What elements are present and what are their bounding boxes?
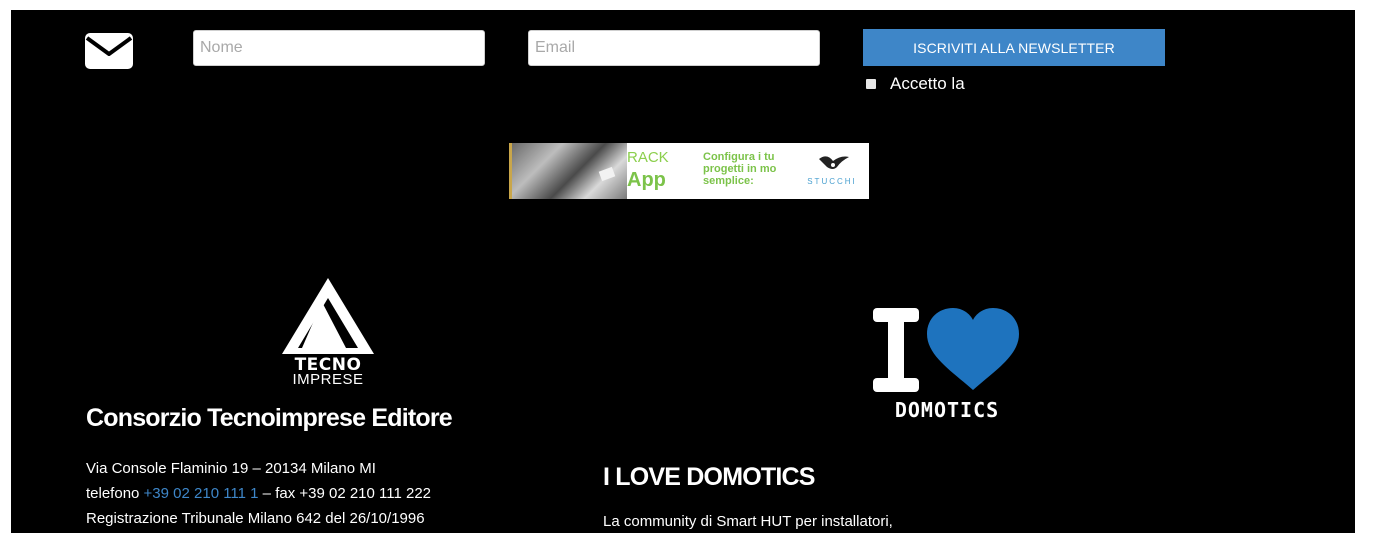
banner-copy: Configura i tu progetti in mo semplice:	[703, 151, 777, 187]
company-title: Consorzio Tecnoimprese Editore	[86, 404, 453, 432]
phone-link[interactable]: +39 02 210 111 1	[144, 485, 259, 502]
banner-photo	[509, 143, 627, 199]
company-info: Via Console Flaminio 19 – 20134 Milano M…	[86, 456, 431, 531]
domotics-description: La community di Smart HUT per installato…	[603, 513, 893, 530]
newsletter-email-input[interactable]	[528, 30, 820, 66]
company-registration: Registrazione Tribunale Milano 642 del 2…	[86, 510, 425, 527]
tecnoimprese-logo-sub: IMPRESE	[292, 371, 364, 388]
banner-brand-bottom: App	[627, 169, 666, 191]
bird-icon	[819, 156, 849, 169]
i-love-domotics-logo[interactable]	[869, 306, 1029, 396]
newsletter-name-input[interactable]	[193, 30, 485, 66]
consent-row: Accetto la	[866, 74, 965, 94]
fax-text: – fax +39 02 210 111 222	[258, 485, 432, 502]
site-footer: ISCRIVITI ALLA NEWSLETTER Accetto la RAC…	[11, 10, 1355, 533]
subscribe-newsletter-button[interactable]: ISCRIVITI ALLA NEWSLETTER	[863, 29, 1165, 66]
consent-checkbox[interactable]	[866, 79, 876, 89]
phone-prefix: telefono	[86, 485, 144, 502]
company-address: Via Console Flaminio 19 – 20134 Milano M…	[86, 460, 376, 477]
banner-logo-text: STUCCHI	[807, 177, 857, 186]
stucchi-logo: STUCCHI	[797, 149, 867, 195]
page-frame: ISCRIVITI ALLA NEWSLETTER Accetto la RAC…	[0, 0, 1366, 533]
envelope-icon	[85, 33, 133, 69]
advertising-banner[interactable]: RACK App Configura i tu progetti in mo s…	[509, 143, 869, 199]
banner-brand-top: RACK	[627, 149, 669, 166]
i-love-domotics-logo-word: DOMOTICS	[894, 398, 1000, 422]
consent-label: Accetto la	[890, 74, 965, 93]
domotics-title: I LOVE DOMOTICS	[603, 463, 815, 491]
company-contacts: telefono +39 02 210 111 1 – fax +39 02 2…	[86, 481, 431, 506]
